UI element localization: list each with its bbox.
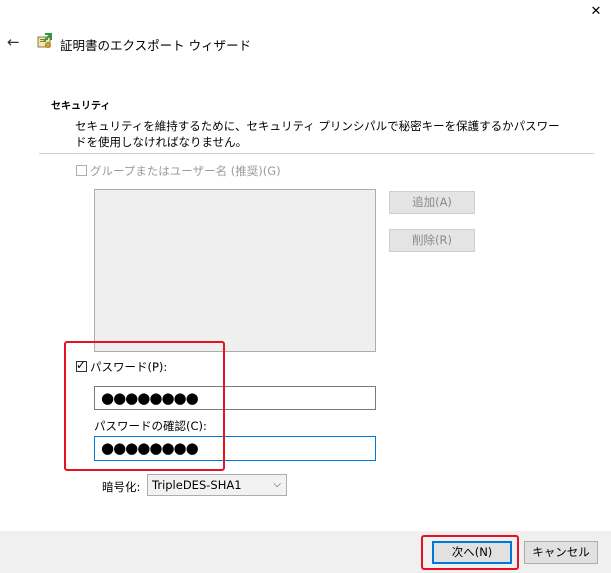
footer-bar <box>0 531 611 573</box>
add-button[interactable]: 追加(A) <box>389 191 475 214</box>
encryption-selected-value: TripleDES-SHA1 <box>152 478 242 492</box>
next-highlight-box <box>421 535 519 570</box>
separator <box>39 153 594 154</box>
group-checkbox-label: グループまたはユーザー名 (推奨)(G) <box>90 164 281 178</box>
group-checkbox[interactable] <box>76 165 87 176</box>
group-user-listbox[interactable] <box>94 189 376 352</box>
remove-button[interactable]: 削除(R) <box>389 229 475 252</box>
section-description: セキュリティを維持するために、セキュリティ プリンシパルで秘密キーを保護するかパ… <box>75 119 560 149</box>
wizard-title: 証明書のエクスポート ウィザード <box>60 38 252 53</box>
chevron-down-icon: ⌵ <box>273 479 281 490</box>
password-highlight-box <box>64 341 225 471</box>
close-button[interactable]: ✕ <box>586 2 606 22</box>
section-title: セキュリティ <box>51 101 111 112</box>
encryption-label: 暗号化: <box>102 480 141 494</box>
back-arrow-icon[interactable]: ← <box>7 33 20 51</box>
certificate-export-icon <box>37 33 52 48</box>
cancel-button[interactable]: キャンセル <box>524 541 598 564</box>
encryption-select[interactable]: TripleDES-SHA1 ⌵ <box>147 474 287 496</box>
